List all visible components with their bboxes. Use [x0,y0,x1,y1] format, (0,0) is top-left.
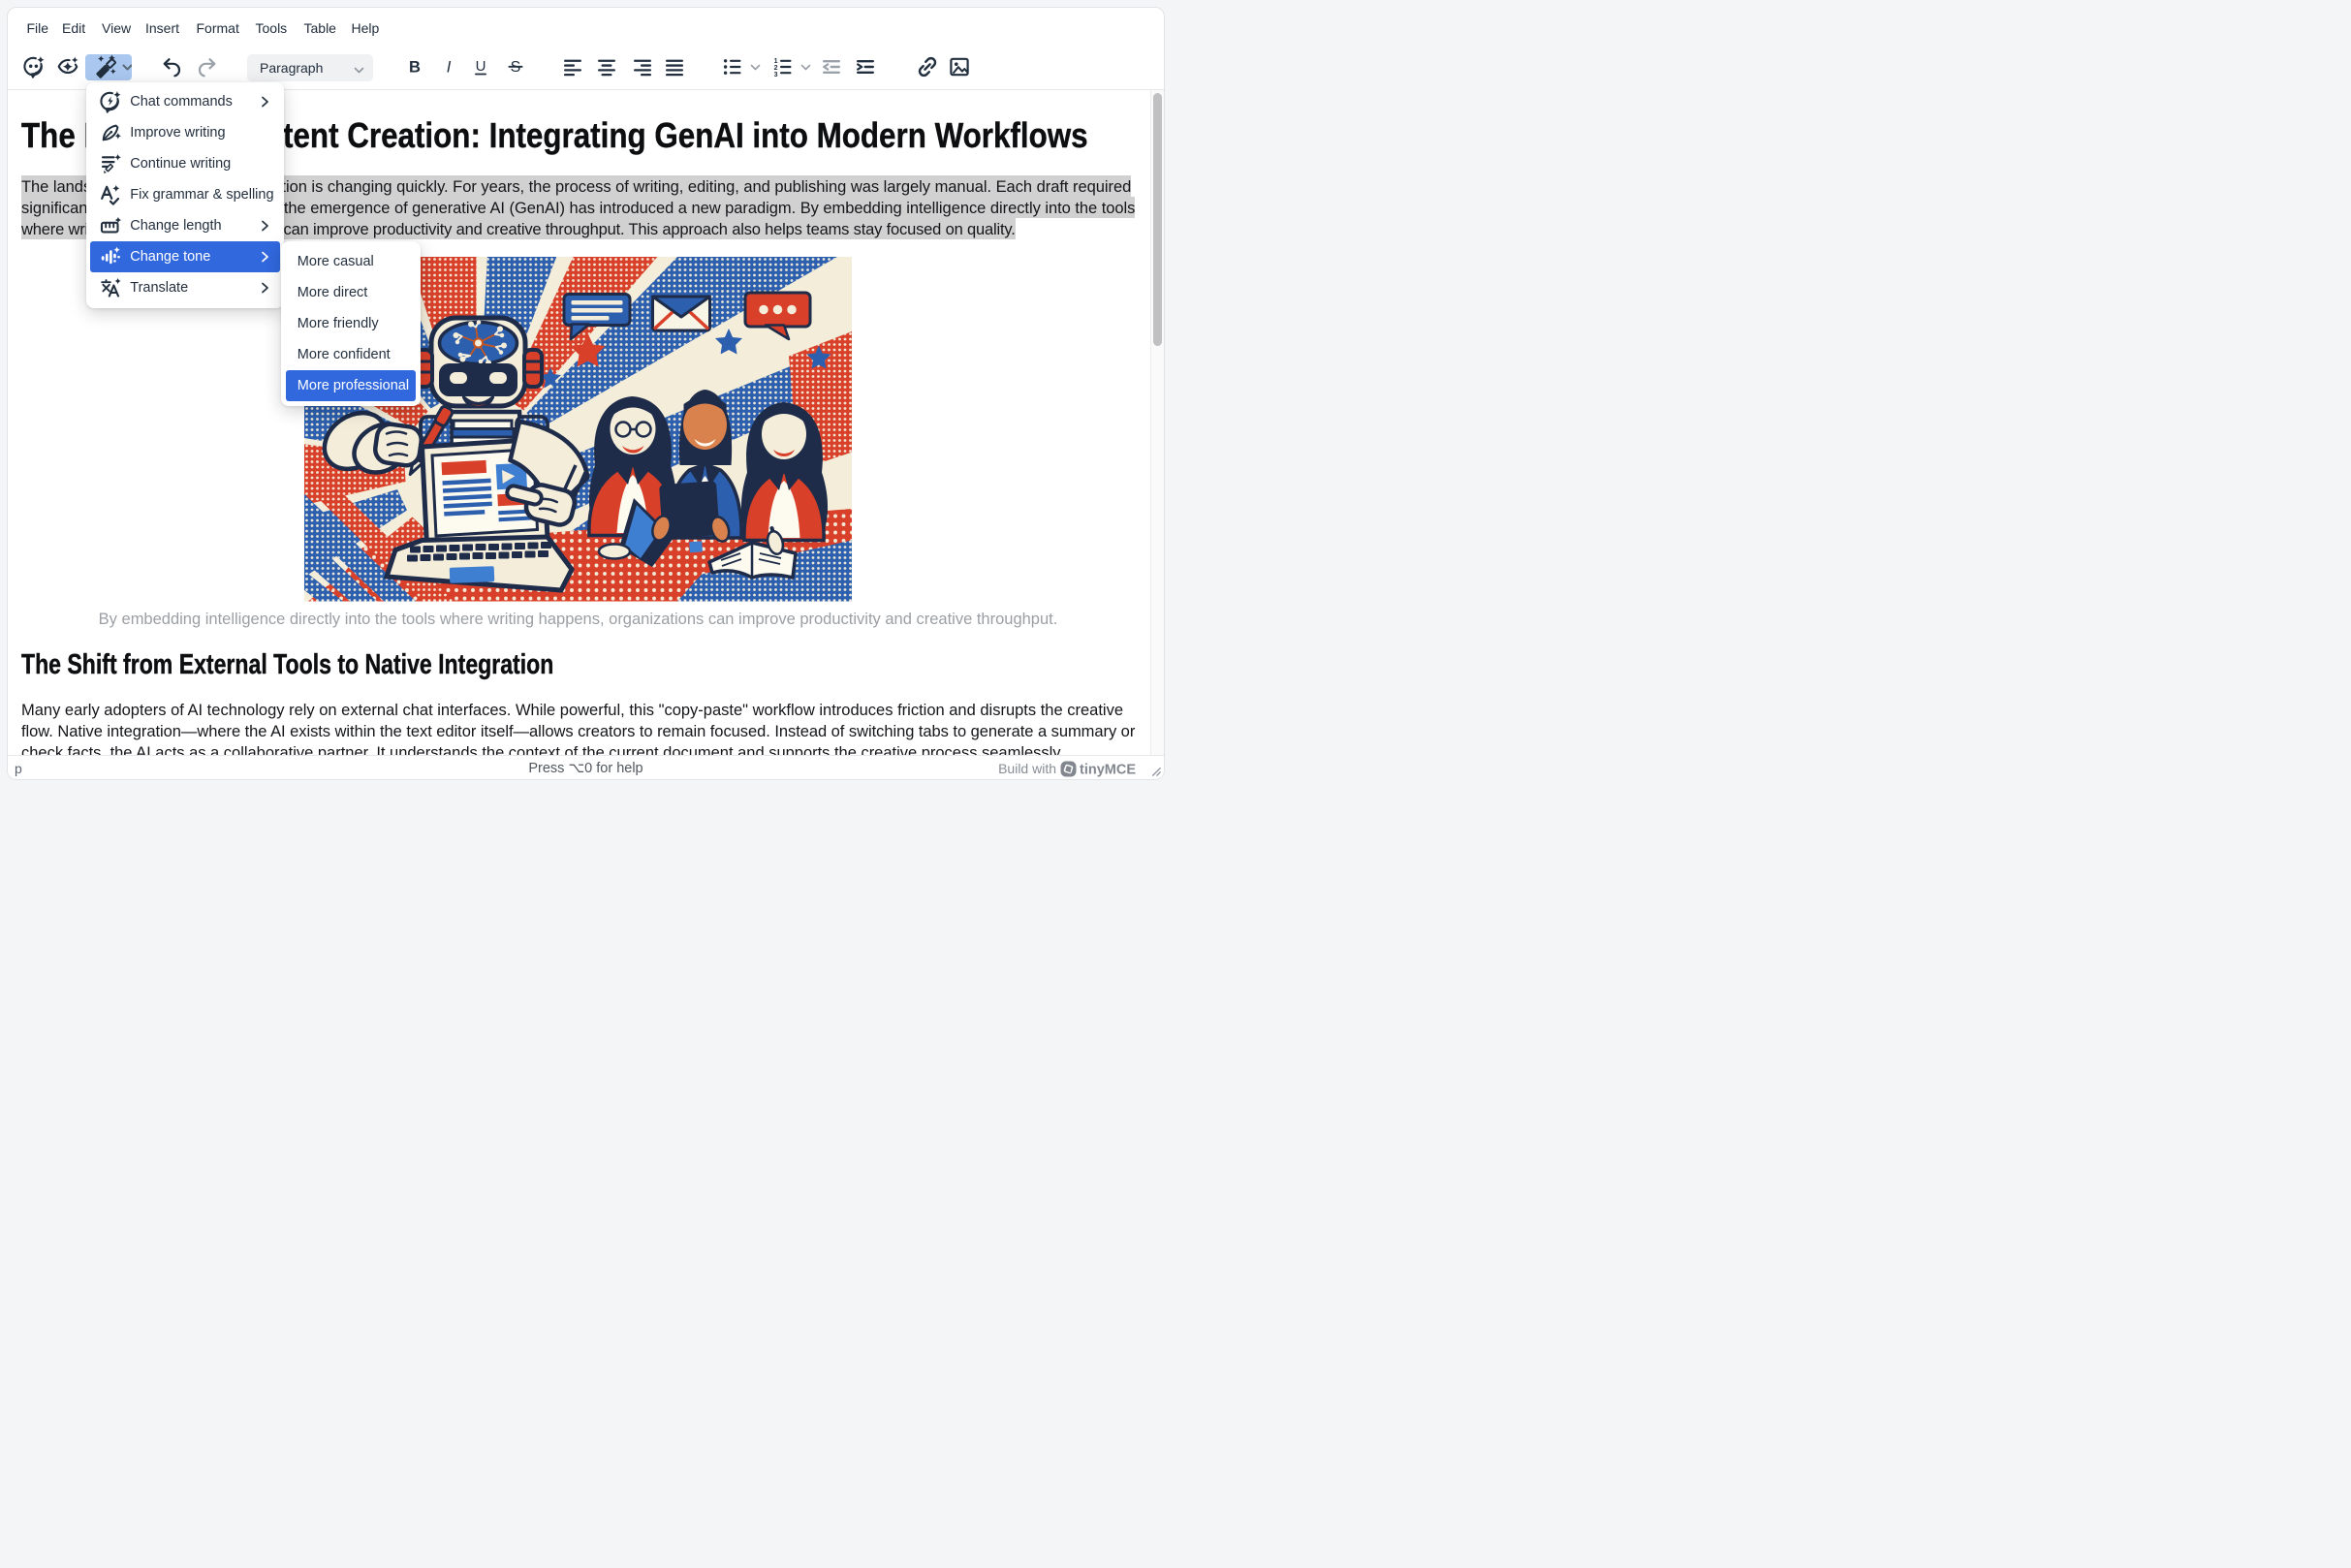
svg-text:I: I [447,59,452,77]
svg-text:3: 3 [774,72,778,78]
svg-text:B: B [409,59,421,77]
svg-text:U: U [476,58,486,75]
svg-text:1: 1 [774,58,778,65]
svg-text:2: 2 [774,65,778,72]
svg-text:tinyMCE: tinyMCE [1080,762,1136,777]
